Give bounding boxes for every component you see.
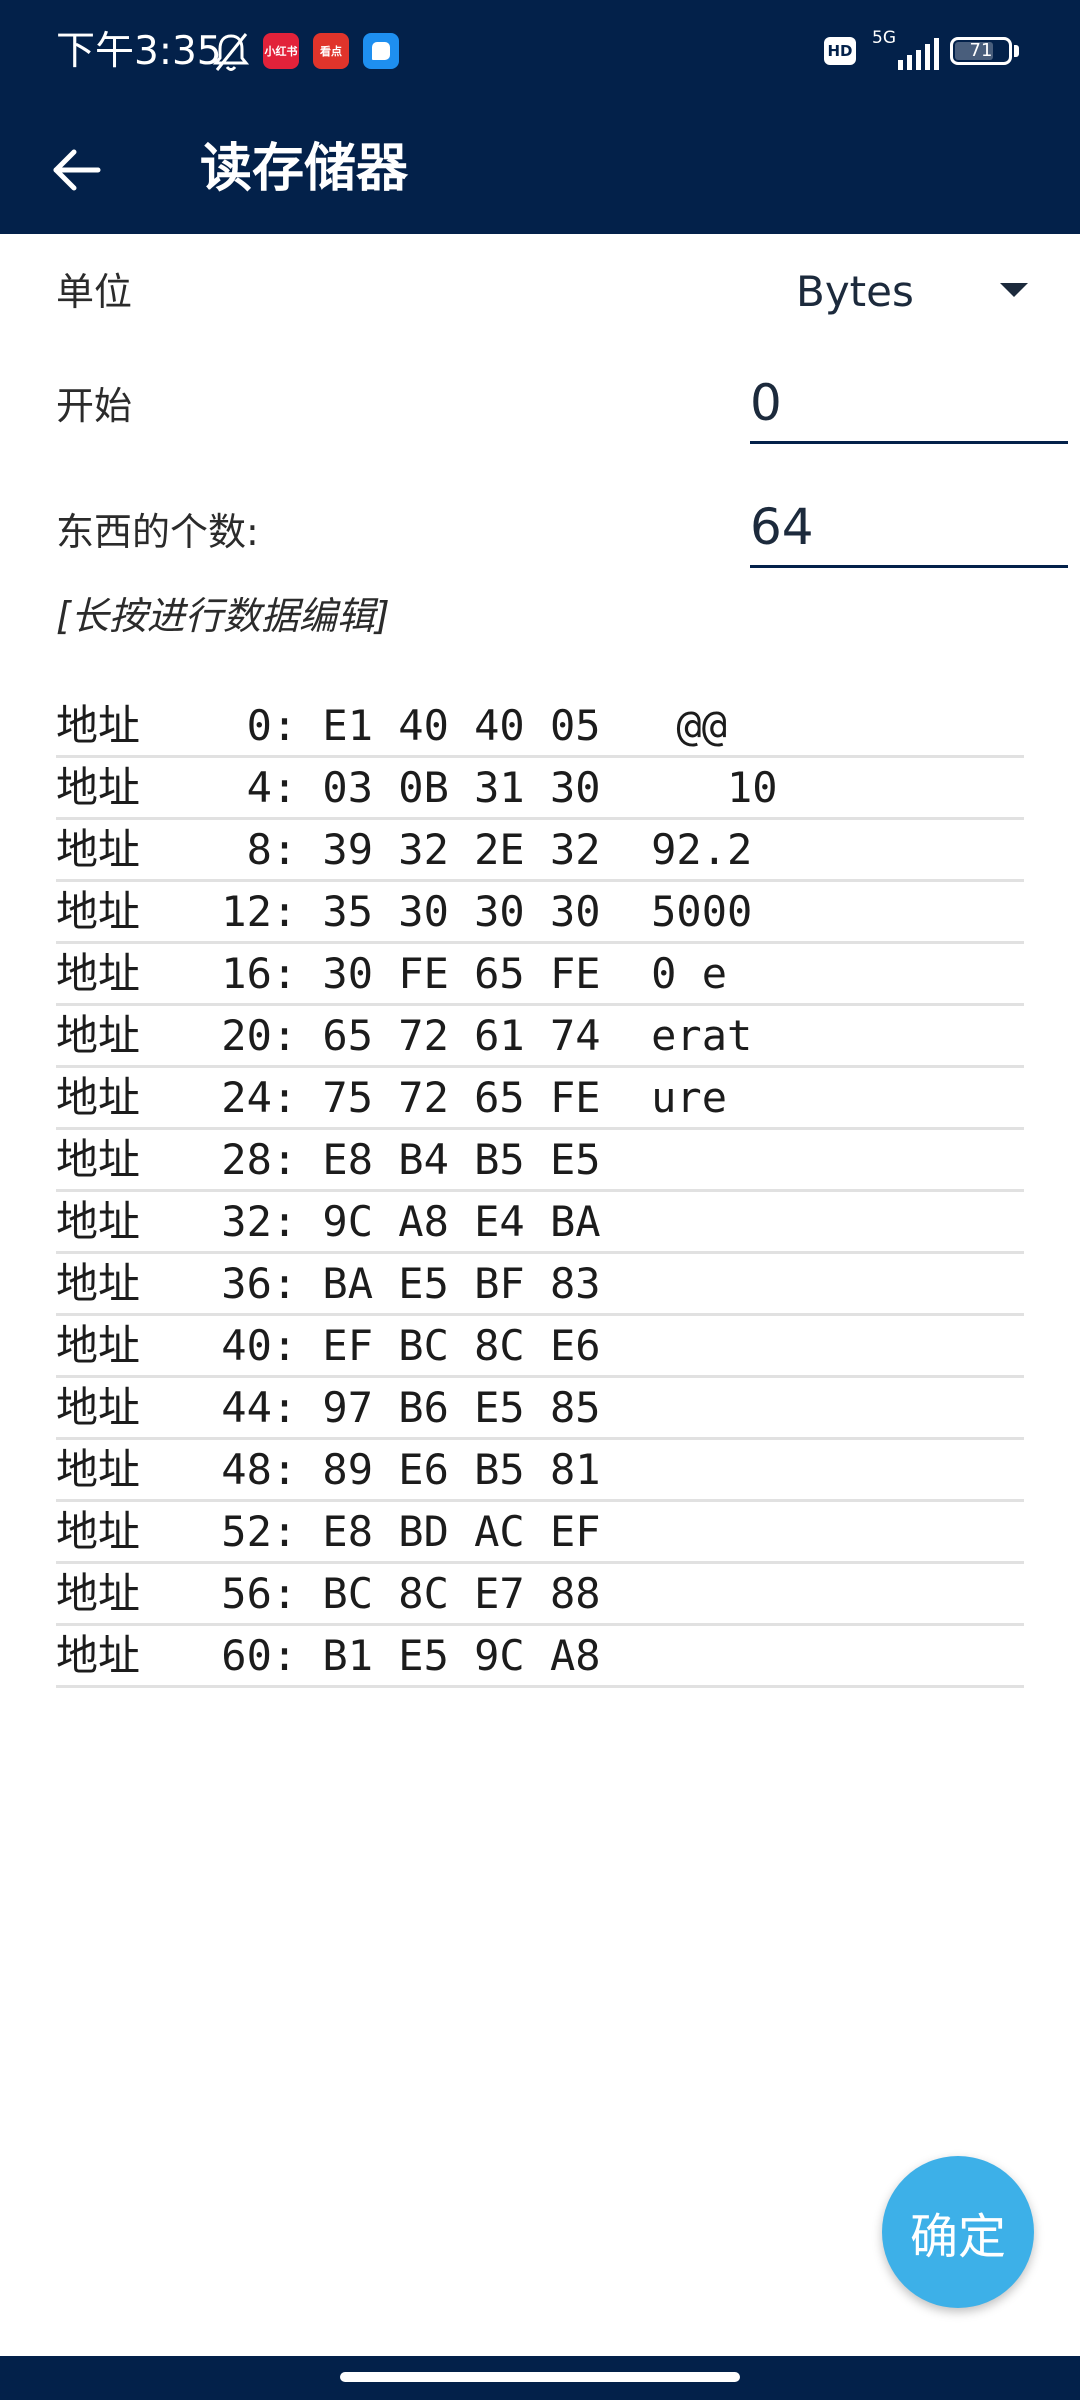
memory-row[interactable]: 地址 16: 30 FE 65 FE 0 e [56, 944, 1024, 1006]
start-input[interactable]: 0 [750, 374, 1068, 444]
xiaohongshu-app-icon: 小红书 [263, 33, 299, 69]
signal-icon [898, 38, 939, 70]
address-label: 地址 [56, 1569, 141, 1618]
memory-row[interactable]: 地址 60: B1 E5 9C A8 [56, 1626, 1024, 1688]
memory-row[interactable]: 地址 52: E8 BD AC EF [56, 1502, 1024, 1564]
unit-selected-value: Bytes [796, 267, 914, 316]
memory-data: 20: 65 72 61 74 erat [196, 1011, 753, 1060]
address-label: 地址 [56, 1259, 141, 1308]
address-label: 地址 [56, 1383, 141, 1432]
kandian-app-icon: 看点 [313, 33, 349, 69]
bell-muted-icon [212, 33, 250, 71]
edit-hint: [长按进行数据编辑] [56, 594, 390, 638]
start-input-value: 0 [750, 374, 782, 432]
memory-data: 40: EF BC 8C E6 [196, 1321, 601, 1370]
memory-row[interactable]: 地址 44: 97 B6 E5 85 [56, 1378, 1024, 1440]
memory-row[interactable]: 地址 24: 75 72 65 FE ure [56, 1068, 1024, 1130]
confirm-button[interactable]: 确定 [882, 2156, 1034, 2308]
address-label: 地址 [56, 1631, 141, 1680]
memory-data: 48: 89 E6 B5 81 [196, 1445, 601, 1494]
arrow-left-icon [53, 149, 101, 191]
memory-data: 28: E8 B4 B5 E5 [196, 1135, 601, 1184]
page-title: 读存储器 [200, 139, 409, 199]
address-label: 地址 [56, 887, 141, 936]
memory-data: 36: BA E5 BF 83 [196, 1259, 601, 1308]
unit-label: 单位 [56, 270, 133, 314]
unit-dropdown[interactable]: Bytes [780, 262, 1040, 322]
count-input-value: 64 [750, 498, 814, 556]
memory-row[interactable]: 地址 56: BC 8C E7 88 [56, 1564, 1024, 1626]
address-label: 地址 [56, 701, 141, 750]
memory-data: 12: 35 30 30 30 5000 [196, 887, 753, 936]
memory-data: 32: 9C A8 E4 BA [196, 1197, 601, 1246]
count-label: 东西的个数: [56, 510, 259, 554]
app-bar: 读存储器 [0, 104, 1080, 234]
address-label: 地址 [56, 1011, 141, 1060]
address-label: 地址 [56, 763, 141, 812]
address-label: 地址 [56, 1135, 141, 1184]
navigation-bar [0, 2356, 1080, 2400]
status-bar: 下午3:35 小红书 看点 HD 5G 71 [0, 0, 1080, 104]
address-label: 地址 [56, 1321, 141, 1370]
address-label: 地址 [56, 1197, 141, 1246]
memory-row[interactable]: 地址 48: 89 E6 B5 81 [56, 1440, 1024, 1502]
memory-data: 44: 97 B6 E5 85 [196, 1383, 601, 1432]
memory-data: 8: 39 32 2E 32 92.2 [196, 825, 753, 874]
memory-data: 0: E1 40 40 05 @@ [196, 701, 728, 750]
message-app-icon [363, 33, 399, 69]
battery-level: 71 [969, 40, 993, 61]
memory-row[interactable]: 地址 8: 39 32 2E 32 92.2 [56, 820, 1024, 882]
address-label: 地址 [56, 1445, 141, 1494]
back-button[interactable] [40, 134, 112, 206]
battery-tip [1014, 45, 1019, 57]
memory-data: 24: 75 72 65 FE ure [196, 1073, 728, 1122]
memory-row[interactable]: 地址 36: BA E5 BF 83 [56, 1254, 1024, 1316]
address-label: 地址 [56, 1507, 141, 1556]
memory-data: 60: B1 E5 9C A8 [196, 1631, 601, 1680]
memory-row[interactable]: 地址 0: E1 40 40 05 @@ [56, 696, 1024, 758]
memory-list: 地址 0: E1 40 40 05 @@ 地址 4: 03 0B 31 30 1… [56, 696, 1024, 1688]
memory-row[interactable]: 地址 20: 65 72 61 74 erat [56, 1006, 1024, 1068]
memory-data: 16: 30 FE 65 FE 0 e [196, 949, 728, 998]
memory-data: 4: 03 0B 31 30 10 [196, 763, 778, 812]
memory-row[interactable]: 地址 32: 9C A8 E4 BA [56, 1192, 1024, 1254]
address-label: 地址 [56, 1073, 141, 1122]
start-label: 开始 [56, 384, 133, 428]
address-label: 地址 [56, 949, 141, 998]
memory-row[interactable]: 地址 40: EF BC 8C E6 [56, 1316, 1024, 1378]
memory-data: 56: BC 8C E7 88 [196, 1569, 601, 1618]
status-time: 下午3:35 [56, 29, 222, 74]
hd-icon: HD [824, 37, 856, 65]
network-type: 5G [872, 28, 896, 48]
address-label: 地址 [56, 825, 141, 874]
battery-icon: 71 [950, 37, 1012, 65]
memory-data: 52: E8 BD AC EF [196, 1507, 601, 1556]
count-input[interactable]: 64 [750, 498, 1068, 568]
home-indicator[interactable] [340, 2372, 740, 2382]
chevron-down-icon [1000, 283, 1028, 297]
memory-row[interactable]: 地址 4: 03 0B 31 30 10 [56, 758, 1024, 820]
memory-row[interactable]: 地址 28: E8 B4 B5 E5 [56, 1130, 1024, 1192]
memory-row[interactable]: 地址 12: 35 30 30 30 5000 [56, 882, 1024, 944]
